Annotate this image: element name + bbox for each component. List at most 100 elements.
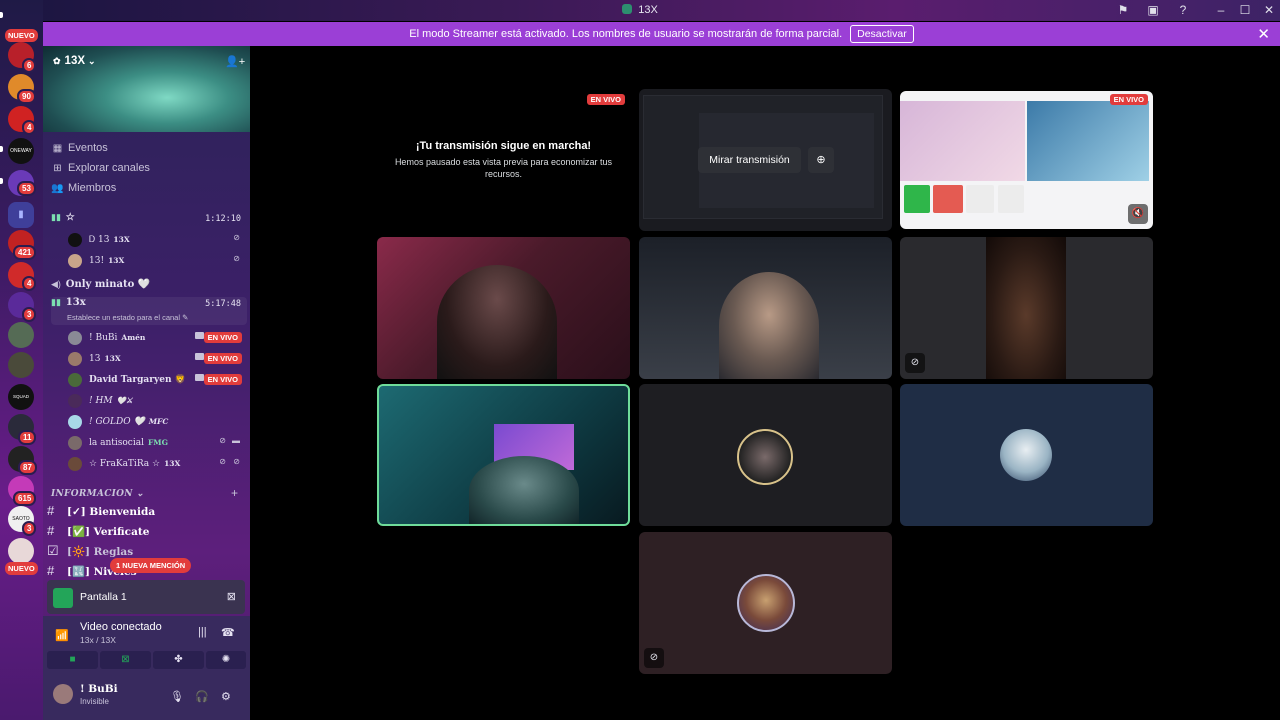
server-badge-icon: ✿ — [53, 56, 61, 66]
folder-icon[interactable]: ▮ — [8, 202, 34, 228]
activities-button[interactable]: ✤ — [153, 651, 204, 669]
voice-member[interactable]: Ꭰ 13 13X ⊘ — [68, 231, 246, 249]
calendar-icon: ▦ — [52, 143, 63, 154]
voice-timer: 5:17:48 — [205, 299, 241, 309]
unread-badge: 421 — [13, 245, 37, 260]
voice-member[interactable]: ! GOLDO 🤍 MFC — [68, 413, 246, 431]
avatar — [68, 373, 82, 387]
stream-preview-tile[interactable]: Mirar transmisión ⊕ — [639, 89, 892, 231]
video-tile-speaking[interactable] — [377, 384, 630, 526]
voice-member[interactable]: 13 13X EN VIVO — [68, 350, 246, 368]
stop-share-icon[interactable]: ⊠ — [227, 590, 236, 603]
avatar — [68, 436, 82, 450]
server-icon[interactable] — [8, 352, 34, 378]
signal-icon[interactable]: 📶 — [55, 629, 69, 642]
camera-icon — [195, 353, 204, 360]
server-rail: NUEVO 6 90 4 ONEWAY 53 ▮ 421 4 3 SQUAD G… — [0, 0, 43, 720]
unread-indicator — [0, 146, 3, 152]
live-badge: EN VIVO — [1109, 94, 1148, 105]
disconnect-icon[interactable]: ☎ — [221, 626, 235, 639]
voice-channel-only-minato[interactable]: ◀) Only minato 🤍 — [51, 279, 247, 297]
avatar — [68, 457, 82, 471]
server-icon[interactable] — [8, 538, 34, 564]
channel-status[interactable]: Establece un estado para el canal ✎ — [67, 313, 188, 322]
camera-button[interactable]: ■ — [47, 651, 98, 669]
chevron-down-icon: ⌄ — [88, 56, 96, 66]
menu-events[interactable]: ▦ Eventos — [51, 140, 108, 156]
text-channel[interactable]: # [✅] Verificate — [47, 523, 243, 541]
menu-members[interactable]: 👥 Miembros — [51, 180, 116, 196]
unread-badge: 53 — [17, 181, 36, 196]
stream-card — [904, 185, 930, 213]
soundboard-button[interactable]: ✺ — [206, 651, 246, 669]
video-tile[interactable]: ⊘ — [900, 237, 1153, 379]
stream-tile[interactable]: EN VIVO 🔇 — [900, 91, 1153, 229]
video-tile[interactable] — [377, 237, 630, 379]
username[interactable]: ! BuBi — [80, 683, 118, 695]
avatar-tile[interactable]: ⊘ — [639, 532, 892, 674]
flag-icon[interactable]: ⚑ — [1116, 3, 1130, 17]
stream-card — [933, 185, 963, 213]
video-tile[interactable] — [639, 237, 892, 379]
voice-channel-1[interactable]: ▮▮ ☆ 1:12:10 — [51, 212, 247, 230]
stream-video-left — [900, 101, 1025, 181]
unread-badge: 4 — [22, 276, 37, 291]
avatar-tile[interactable] — [900, 384, 1153, 526]
text-channel[interactable]: # [✓] Bienvenida — [47, 503, 243, 521]
menu-browse-channels[interactable]: ⊞ Explorar canales — [51, 160, 150, 176]
edit-icon: ✎ — [182, 313, 189, 322]
invite-people-icon[interactable]: 👤+ — [225, 55, 245, 68]
headphones-icon[interactable]: 🎧 — [195, 690, 209, 703]
new-mention-pill[interactable]: 1 NUEVA MENCIÓN — [110, 558, 192, 573]
maximize-icon[interactable]: ☐ — [1238, 3, 1252, 17]
screen-share-panel[interactable]: Pantalla 1 ⊠ — [47, 580, 245, 614]
server-icon[interactable] — [8, 322, 34, 348]
connection-status[interactable]: Video conectado — [80, 621, 162, 633]
minimize-icon[interactable]: – — [1214, 3, 1228, 17]
unread-badge: 4 — [22, 120, 37, 135]
close-icon[interactable]: ✕ — [1257, 25, 1270, 43]
noise-suppression-icon[interactable]: ||| — [198, 626, 207, 638]
paused-stream-tile[interactable]: EN VIVO ¡Tu transmisión sigue en marcha!… — [377, 89, 630, 231]
avatar[interactable] — [53, 684, 73, 704]
voice-activity-icon: ▮▮ — [51, 212, 61, 222]
avatar — [68, 415, 82, 429]
live-badge: EN VIVO — [203, 374, 242, 385]
help-icon[interactable]: ? — [1176, 3, 1190, 17]
muted-icon: ⊘ — [219, 457, 226, 466]
popout-icon[interactable]: ⊕ — [808, 147, 834, 173]
unread-badge: 615 — [13, 491, 37, 506]
connection-channel[interactable]: 13x / 13X — [80, 635, 116, 645]
screen-share-button[interactable]: ⊠ — [100, 651, 151, 669]
microphone-icon[interactable]: 🎙 — [170, 690, 184, 703]
muted-icon: ⊘ — [233, 254, 240, 263]
mute-stream-icon[interactable]: 🔇 — [1128, 204, 1148, 224]
watch-stream-button[interactable]: Mirar transmisión — [698, 147, 801, 173]
new-badge: NUEVO — [5, 562, 38, 575]
server-icon-squad[interactable]: SQUAD GAMER — [8, 384, 34, 425]
voice-channel-2[interactable]: ▮▮ 13x 5:17:48 Establece un estado para … — [51, 297, 247, 325]
voice-member[interactable]: la antisocial FMG ⊘ ▬ — [68, 434, 246, 452]
server-icon-oneway[interactable]: ONEWAY — [8, 138, 34, 164]
voice-member[interactable]: ! BuBi Amén EN VIVO — [68, 329, 246, 347]
voice-member[interactable]: ! HM 🤍⚔ — [68, 392, 246, 410]
inbox-icon[interactable]: ▣ — [1146, 3, 1160, 17]
avatar — [68, 394, 82, 408]
close-window-icon[interactable]: ✕ — [1262, 3, 1276, 17]
voice-member[interactable]: ☆ FraKaTiRa ☆ 13X ⊘ ⊘ — [68, 455, 246, 473]
avatar — [68, 352, 82, 366]
unread-badge: 3 — [22, 307, 37, 322]
voice-member[interactable]: 13! 13X ⊘ — [68, 252, 246, 270]
gear-icon[interactable]: ⚙ — [221, 690, 231, 703]
participant-video — [437, 265, 557, 379]
avatar-tile[interactable] — [639, 384, 892, 526]
deactivate-button[interactable]: Desactivar — [850, 25, 914, 43]
voice-member[interactable]: David Targaryen 🦁 EN VIVO — [68, 371, 246, 389]
discord-window: 13X ⚑ ▣ ? – ☐ ✕ El modo Streamer está ac… — [0, 0, 1280, 720]
unread-badge: 90 — [17, 89, 36, 104]
server-name-dropdown[interactable]: ✿ 13X ⌄ — [53, 55, 96, 67]
unread-badge: 11 — [18, 430, 37, 445]
unread-indicator — [0, 12, 3, 18]
category-informacion[interactable]: INFORMACION ⌄ — [51, 489, 144, 499]
add-channel-icon[interactable]: + — [231, 486, 238, 500]
